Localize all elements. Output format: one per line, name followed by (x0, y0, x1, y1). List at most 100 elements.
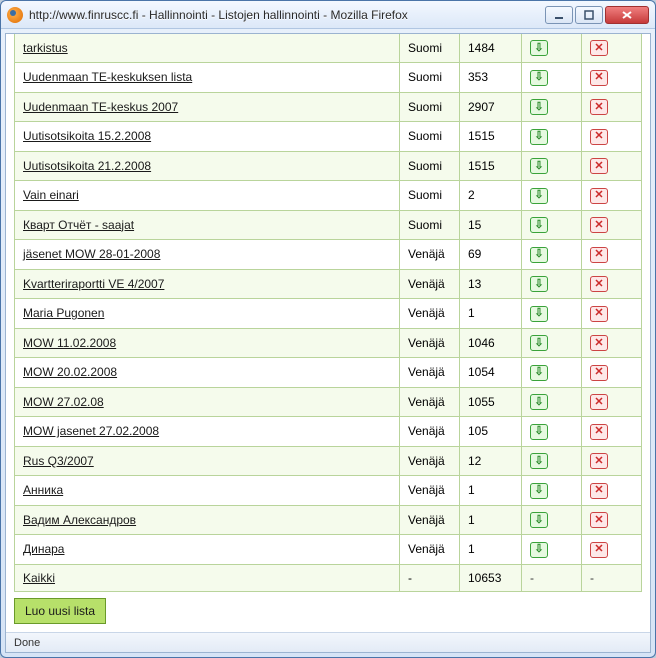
scroll-area[interactable]: tarkistusSuomi1484tarkistusSuomi1484Uude… (6, 34, 650, 632)
delete-icon[interactable] (590, 365, 608, 381)
close-icon (621, 10, 633, 20)
list-name-link[interactable]: MOW jasenet 27.02.2008 (23, 424, 159, 438)
list-lang-cell: Venäjä (400, 535, 460, 565)
list-name-link[interactable]: Uutisotsikoita 15.2.2008 (23, 129, 151, 143)
download-cell: - (522, 564, 582, 591)
list-name-link[interactable]: Vain einari (23, 188, 79, 202)
delete-icon[interactable] (590, 394, 608, 410)
delete-icon[interactable] (590, 217, 608, 233)
download-cell (522, 63, 582, 93)
browser-window: http://www.finruscc.fi - Hallinnointi - … (0, 0, 656, 658)
delete-cell (582, 476, 642, 506)
list-lang-cell: Venäjä (400, 358, 460, 388)
list-name-link[interactable]: Uudenmaan TE-keskus 2007 (23, 100, 178, 114)
table-row: Kvartteriraportti VE 4/2007Venäjä13 (15, 269, 642, 299)
download-icon[interactable] (530, 424, 548, 440)
list-name-cell: Динара (15, 535, 400, 565)
download-icon[interactable] (530, 70, 548, 86)
delete-icon[interactable] (590, 188, 608, 204)
download-icon[interactable] (530, 217, 548, 233)
titlebar[interactable]: http://www.finruscc.fi - Hallinnointi - … (1, 1, 655, 29)
delete-icon[interactable] (590, 306, 608, 322)
table-row: MOW 27.02.08Venäjä1055 (15, 387, 642, 417)
download-cell (522, 535, 582, 565)
list-count-cell: 1 (460, 299, 522, 329)
list-name-cell: Uutisotsikoita 15.2.2008 (15, 122, 400, 152)
delete-icon[interactable] (590, 335, 608, 351)
maximize-button[interactable] (575, 6, 603, 24)
download-icon[interactable] (530, 453, 548, 469)
list-name-link[interactable]: Kvartteriraportti VE 4/2007 (23, 277, 164, 291)
download-cell (522, 299, 582, 329)
list-count-cell: 1054 (460, 358, 522, 388)
list-count-cell: 12 (460, 446, 522, 476)
download-icon[interactable] (530, 306, 548, 322)
list-count-cell: 10653 (460, 564, 522, 591)
delete-cell (582, 181, 642, 211)
download-icon[interactable] (530, 276, 548, 292)
delete-icon[interactable] (590, 276, 608, 292)
table-row: Kaikki-10653-- (15, 564, 642, 591)
download-cell (522, 446, 582, 476)
download-icon[interactable] (530, 512, 548, 528)
list-name-cell: jäsenet MOW 28-01-2008 (15, 240, 400, 270)
download-icon[interactable] (530, 99, 548, 115)
list-name-link[interactable]: Uutisotsikoita 21.2.2008 (23, 159, 151, 173)
list-name-link[interactable]: Динара (23, 542, 64, 556)
download-icon[interactable] (530, 158, 548, 174)
download-icon[interactable] (530, 542, 548, 558)
download-icon[interactable] (530, 247, 548, 263)
table-row: tarkistusSuomi1484 (15, 34, 642, 63)
list-name-cell: MOW 11.02.2008 (15, 328, 400, 358)
list-name-link[interactable]: Kaikki (23, 571, 55, 585)
download-icon[interactable] (530, 188, 548, 204)
download-icon[interactable] (530, 40, 548, 56)
delete-icon[interactable] (590, 70, 608, 86)
download-icon[interactable] (530, 335, 548, 351)
download-icon[interactable] (530, 394, 548, 410)
list-lang-cell: Suomi (400, 122, 460, 152)
delete-icon[interactable] (590, 247, 608, 263)
list-name-link[interactable]: MOW 20.02.2008 (23, 365, 117, 379)
list-name-link[interactable]: MOW 11.02.2008 (23, 336, 116, 350)
list-count-cell: 1 (460, 476, 522, 506)
delete-icon[interactable] (590, 99, 608, 115)
delete-icon[interactable] (590, 483, 608, 499)
download-cell (522, 505, 582, 535)
list-name-link[interactable]: tarkistus (23, 41, 68, 55)
close-button[interactable] (605, 6, 649, 24)
delete-icon[interactable] (590, 40, 608, 56)
download-cell (522, 34, 582, 63)
download-icon[interactable] (530, 129, 548, 145)
download-icon[interactable] (530, 365, 548, 381)
list-name-link[interactable]: Анника (23, 483, 63, 497)
list-name-link[interactable]: Кварт Отчёт - saajat (23, 218, 134, 232)
list-name-link[interactable]: Rus Q3/2007 (23, 454, 94, 468)
table-row: Uutisotsikoita 15.2.2008Suomi1515 (15, 122, 642, 152)
minimize-button[interactable] (545, 6, 573, 24)
download-cell (522, 358, 582, 388)
delete-cell (582, 92, 642, 122)
list-count-cell: 1055 (460, 387, 522, 417)
list-name-cell: Uudenmaan TE-keskuksen lista (15, 63, 400, 93)
list-lang-cell: Venäjä (400, 269, 460, 299)
list-name-link[interactable]: Вадим Александров (23, 513, 136, 527)
list-name-link[interactable]: Uudenmaan TE-keskuksen lista (23, 70, 192, 84)
delete-cell (582, 417, 642, 447)
list-name-cell: Kvartteriraportti VE 4/2007 (15, 269, 400, 299)
list-name-link[interactable]: Maria Pugonen (23, 306, 104, 320)
list-lang-cell: Venäjä (400, 240, 460, 270)
delete-icon[interactable] (590, 453, 608, 469)
delete-icon[interactable] (590, 129, 608, 145)
delete-icon[interactable] (590, 542, 608, 558)
delete-icon[interactable] (590, 424, 608, 440)
download-cell (522, 92, 582, 122)
create-list-button[interactable]: Luo uusi lista (14, 598, 106, 624)
list-name-cell: Анника (15, 476, 400, 506)
list-name-link[interactable]: MOW 27.02.08 (23, 395, 104, 409)
delete-icon[interactable] (590, 512, 608, 528)
list-count-cell: 105 (460, 417, 522, 447)
delete-icon[interactable] (590, 158, 608, 174)
download-icon[interactable] (530, 483, 548, 499)
list-name-link[interactable]: jäsenet MOW 28-01-2008 (23, 247, 160, 261)
